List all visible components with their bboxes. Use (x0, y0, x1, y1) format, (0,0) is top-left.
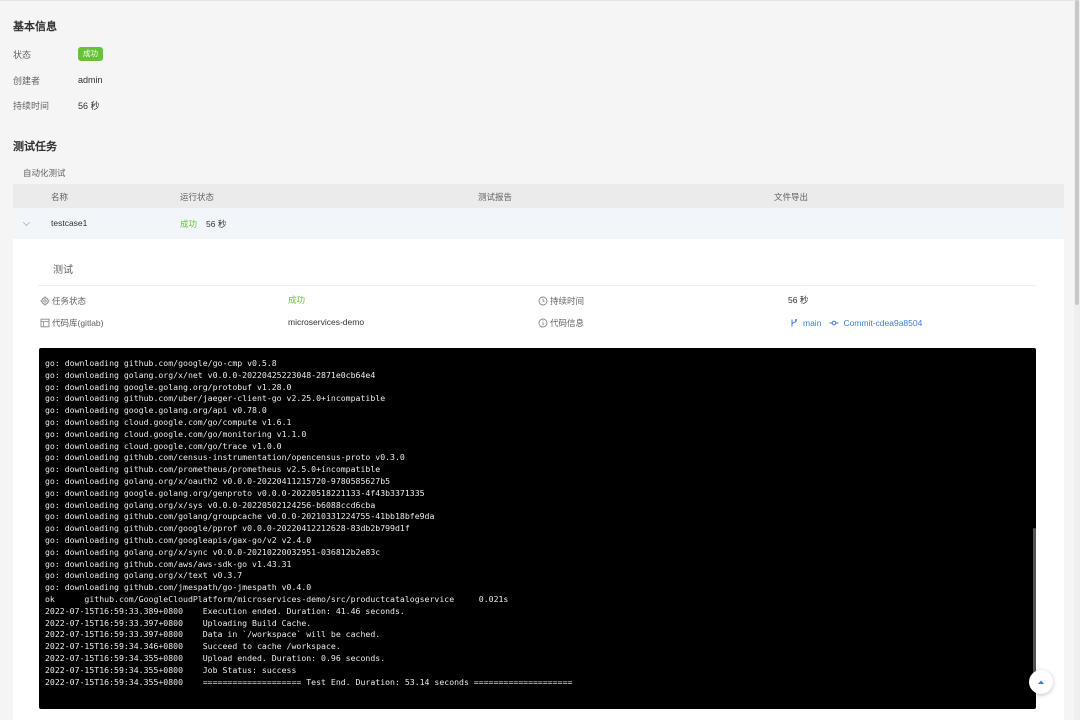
log-line: go: downloading golang.org/x/oauth2 v0.0… (45, 475, 391, 486)
chevron-down-icon[interactable] (23, 219, 30, 226)
table-row[interactable]: testcase1 成功 56 秒 (13, 208, 1064, 239)
info-row-duration: 持续时间 56 秒 (13, 97, 100, 113)
column-header-export: 文件导出 (774, 192, 809, 202)
duration-field: 持续时间 (538, 294, 584, 308)
log-line: go: downloading github.com/aws/aws-sdk-g… (45, 558, 292, 569)
log-line: go: downloading github.com/googleapis/ga… (45, 534, 312, 545)
repo-label: 代码库(gitlab) (52, 318, 104, 328)
page-scrollbar[interactable] (1074, 0, 1080, 720)
log-line: 2022-07-15T16:59:33.397+0800 Uploading B… (45, 617, 312, 628)
log-line: go: downloading github.com/jmespath/go-j… (45, 582, 312, 593)
log-line: 2022-07-15T16:59:33.397+0800 Data in `/w… (45, 629, 381, 640)
log-line: go: downloading golang.org/x/sys v0.0.0-… (45, 499, 376, 510)
branch-icon (791, 319, 797, 327)
info-row-status: 状态 成功 (13, 46, 103, 62)
info-label: 持续时间 (13, 100, 50, 111)
subsection-title: 自动化测试 (23, 168, 66, 178)
task-status-field: 任务状态 (40, 294, 86, 308)
log-line: go: downloading cloud.google.com/go/comp… (45, 416, 292, 427)
log-line: 2022-07-15T16:59:34.355+0800 Upload ende… (45, 652, 386, 663)
log-line: go: downloading github.com/prometheus/pr… (45, 464, 381, 475)
terminal-scrollbar[interactable] (1033, 528, 1036, 678)
info-row-creator: 创建者 admin (13, 72, 103, 88)
column-header-status: 运行状态 (180, 192, 215, 202)
repo-field: 代码库(gitlab) (40, 316, 103, 330)
log-line: go: downloading golang.org/x/net v0.0.0-… (45, 369, 376, 380)
log-line: 2022-07-15T16:59:34.346+0800 Succeed to … (45, 641, 341, 652)
column-header-report: 测试报告 (478, 192, 513, 202)
task-duration: 56 秒 (206, 219, 227, 229)
info-value: admin (78, 75, 103, 85)
log-line: go: downloading google.golang.org/api v0… (45, 405, 267, 416)
duration-label: 持续时间 (550, 296, 585, 306)
info-label: 创建者 (13, 75, 41, 86)
back-to-top-button[interactable] (1029, 670, 1053, 694)
log-line: go: downloading github.com/google/pprof … (45, 523, 410, 534)
detail-title: 测试 (53, 265, 73, 276)
log-line: go: downloading github.com/census-instru… (45, 452, 405, 463)
task-status-label: 任务状态 (52, 296, 87, 306)
repo-value: microservices-demo (288, 317, 365, 327)
commit-link[interactable]: Commit-cdea9a8504 (843, 318, 922, 328)
divider (38, 285, 1036, 286)
code-info-value: main Commit-cdea9a8504 (789, 316, 922, 330)
page-scrollbar-thumb[interactable] (1075, 0, 1079, 305)
info-label: 状态 (13, 49, 32, 60)
log-line: 2022-07-15T16:59:34.355+0800 ===========… (45, 676, 573, 687)
log-terminal[interactable]: go: downloading github.com/google/go-cmp… (39, 348, 1036, 709)
duration-value: 56 秒 (788, 295, 809, 305)
log-line: go: downloading golang.org/x/text v0.3.7 (45, 570, 243, 581)
test-tasks-title: 测试任务 (13, 141, 57, 153)
arrow-up-icon (1038, 680, 1044, 684)
log-line: go: downloading github.com/golang/groupc… (45, 511, 435, 522)
basic-info-title: 基本信息 (13, 21, 57, 33)
log-line: go: downloading cloud.google.com/go/moni… (45, 428, 307, 439)
log-line: go: downloading golang.org/x/sync v0.0.0… (45, 546, 381, 557)
task-status-value: 成功 (288, 295, 306, 305)
gear-icon (40, 296, 50, 306)
repo-icon (40, 318, 50, 328)
task-name: testcase1 (51, 218, 88, 228)
task-detail-panel: 测试 任务状态 成功 持续时间 56 秒 代码库(gitlab) microse… (13, 239, 1064, 720)
page-top-line (0, 0, 1080, 1)
info-value: 56 秒 (78, 100, 100, 111)
commit-icon (829, 320, 839, 326)
log-line: 2022-07-15T16:59:34.355+0800 Job Status:… (45, 664, 297, 675)
status-badge: 成功 (78, 47, 103, 61)
log-line: go: downloading google.golang.org/genpro… (45, 487, 425, 498)
log-line: go: downloading google.golang.org/protob… (45, 381, 292, 392)
code-info-field: 代码信息 (538, 316, 584, 330)
column-header-name: 名称 (51, 192, 69, 202)
task-status: 成功 (180, 219, 198, 229)
log-line: 2022-07-15T16:59:33.389+0800 Execution e… (45, 605, 405, 616)
code-info-label: 代码信息 (550, 318, 585, 328)
info-icon (538, 318, 548, 328)
branch-link[interactable]: main (803, 318, 821, 328)
log-line: go: downloading cloud.google.com/go/trac… (45, 440, 282, 451)
clock-icon (538, 296, 548, 306)
log-line: go: downloading github.com/google/go-cmp… (45, 358, 277, 368)
log-line: go: downloading github.com/uber/jaeger-c… (45, 393, 386, 404)
log-line: ok github.com/GoogleCloudPlatform/micros… (45, 593, 509, 604)
table-header: 名称 运行状态 测试报告 文件导出 (13, 184, 1064, 208)
